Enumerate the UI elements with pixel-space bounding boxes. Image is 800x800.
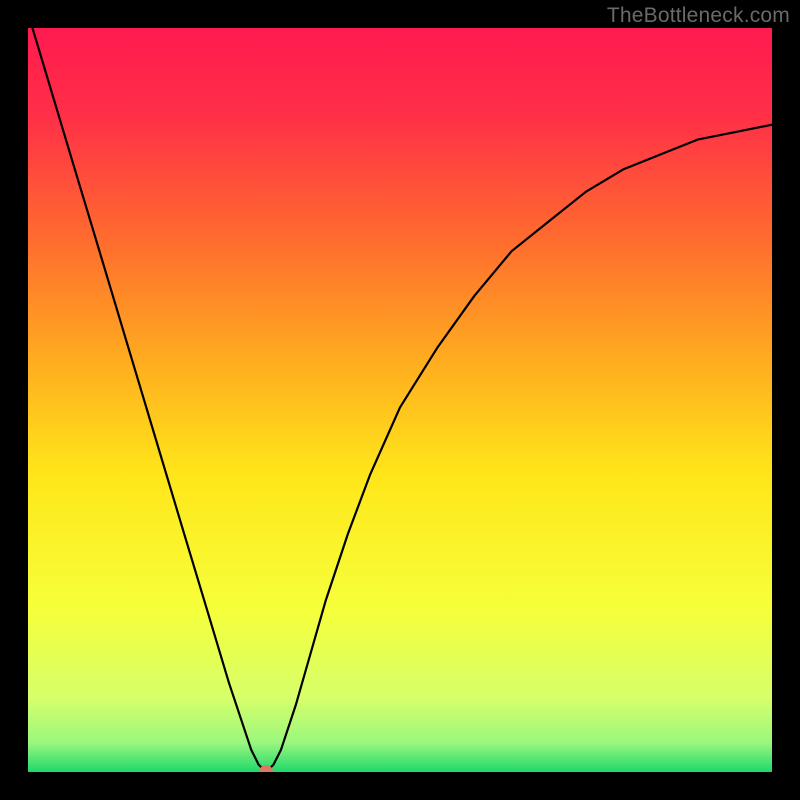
bottleneck-chart [28, 28, 772, 772]
watermark-text: TheBottleneck.com [607, 4, 790, 28]
chart-frame [28, 28, 772, 772]
gradient-background [28, 28, 772, 772]
